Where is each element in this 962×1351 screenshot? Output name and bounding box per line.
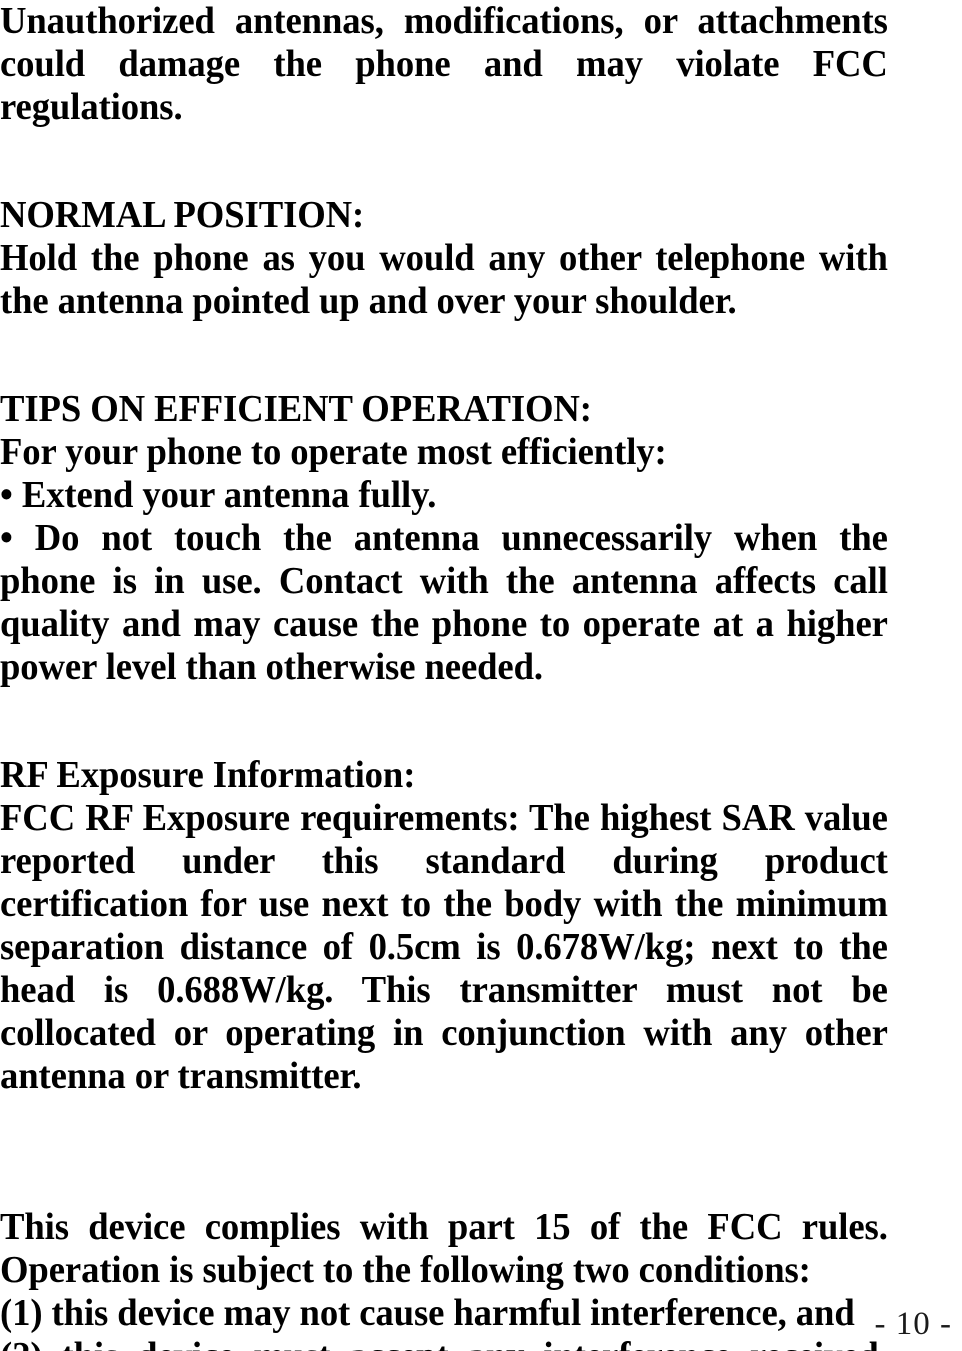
document-text-column: Unauthorized antennas, modifications, or… (0, 0, 888, 1351)
tips-lead-in: For your phone to operate most efficient… (0, 431, 667, 473)
tips-bullet-text: Do not touch the antenna unnecessarily w… (0, 517, 888, 688)
normal-position-heading: NORMAL POSITION: (0, 194, 365, 236)
tips-bullet-item: • Extend your antenna fully. (0, 474, 888, 517)
tips-heading: TIPS ON EFFICIENT OPERATION: (0, 388, 592, 430)
rf-exposure-heading: RF Exposure Information: (0, 754, 416, 796)
bullet-icon: • (0, 517, 13, 559)
part15-condition-2: (2) this device must accept any interfer… (0, 1335, 888, 1351)
tips-bullet-item: • Do not touch the antenna unnecessarily… (0, 517, 888, 689)
intro-warning-paragraph: Unauthorized antennas, modifications, or… (0, 0, 888, 128)
part15-compliance-paragraph: This device complies with part 15 of the… (0, 1206, 888, 1291)
bullet-icon: • (0, 474, 13, 516)
part15-condition-1: (1) this device may not cause harmful in… (0, 1292, 855, 1334)
page-number-footer: - 10 - (874, 1306, 952, 1342)
tips-bullet-text: Extend your antenna fully. (21, 474, 437, 516)
rf-exposure-paragraph: FCC RF Exposure requirements: The highes… (0, 797, 888, 1097)
normal-position-paragraph: Hold the phone as you would any other te… (0, 237, 888, 322)
document-page: Unauthorized antennas, modifications, or… (0, 0, 962, 1351)
